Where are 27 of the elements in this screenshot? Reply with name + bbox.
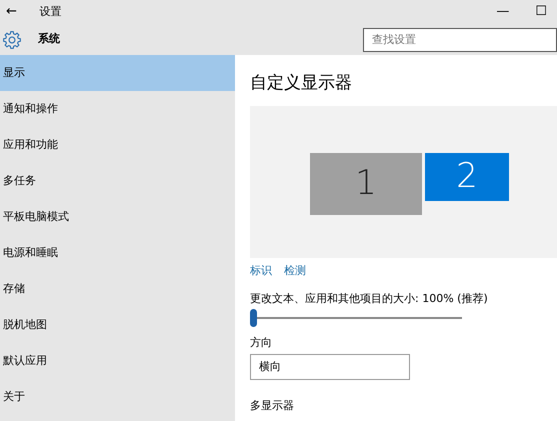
section-title: 自定义显示器 bbox=[250, 72, 353, 95]
sidebar-item[interactable]: 平板电脑模式 bbox=[0, 199, 235, 235]
orientation-label: 方向 bbox=[250, 335, 273, 351]
link[interactable]: 检测 bbox=[284, 264, 306, 277]
sidebar-item[interactable]: 应用和功能 bbox=[0, 127, 235, 163]
settings-icon bbox=[2, 30, 22, 50]
sidebar-item[interactable]: 多任务 bbox=[0, 163, 235, 199]
slider-thumb[interactable] bbox=[250, 309, 257, 327]
sidebar-item[interactable]: 显示 bbox=[0, 55, 235, 91]
scale-label: 更改文本、应用和其他项目的大小: 100% (推荐) bbox=[250, 290, 489, 306]
sidebar-item[interactable]: 关于 bbox=[0, 379, 235, 415]
window-title: 设置 bbox=[39, 4, 62, 20]
sidebar-item[interactable]: 默认应用 bbox=[0, 343, 235, 379]
sidebar-item[interactable]: 存储 bbox=[0, 271, 235, 307]
back-button[interactable]: ← bbox=[0, 2, 23, 22]
sidebar-item[interactable]: 电源和睡眠 bbox=[0, 235, 235, 271]
sidebar-item[interactable]: 脱机地图 bbox=[0, 307, 235, 343]
maximize-button[interactable]: ☐ bbox=[529, 2, 553, 22]
link[interactable]: 标识 bbox=[250, 264, 272, 277]
minimize-button[interactable]: — bbox=[490, 2, 516, 22]
monitor-tile[interactable]: 1 bbox=[310, 152, 422, 214]
page-title: 系统 bbox=[38, 31, 60, 48]
section-heading: 多显示器 bbox=[250, 398, 295, 414]
sidebar-item[interactable]: 通知和操作 bbox=[0, 91, 235, 127]
monitor-tile[interactable]: 2 bbox=[425, 152, 509, 200]
search-field[interactable]: 查找设置 bbox=[363, 28, 557, 52]
orientation-dropdown[interactable]: 横向 bbox=[250, 354, 410, 380]
